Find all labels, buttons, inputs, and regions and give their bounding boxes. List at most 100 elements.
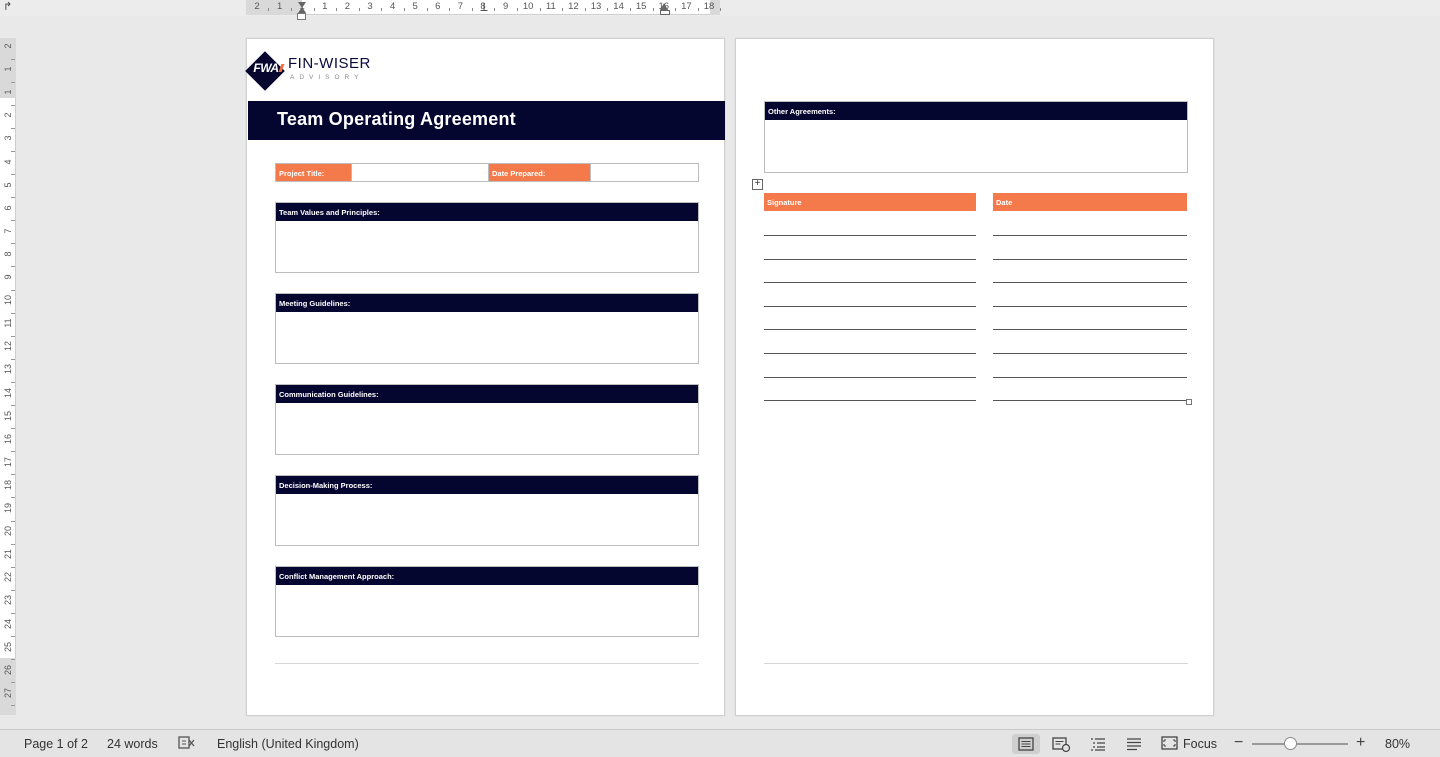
vruler-tick bbox=[11, 451, 15, 453]
signature-line[interactable] bbox=[764, 400, 976, 402]
ruler-tick bbox=[697, 8, 699, 11]
section-body-field[interactable] bbox=[276, 403, 698, 454]
signature-line[interactable] bbox=[764, 235, 976, 236]
signature-line[interactable] bbox=[764, 282, 976, 284]
ruler-tick-label: 12 bbox=[568, 1, 579, 12]
date-line[interactable] bbox=[993, 353, 1187, 354]
vruler-tick-label: 10 bbox=[3, 295, 13, 306]
section-body-field[interactable] bbox=[276, 585, 698, 636]
project-title-field[interactable] bbox=[351, 164, 489, 181]
company-logo: FWA FIN-WISER ADVISORY bbox=[245, 51, 387, 93]
vruler-tick bbox=[11, 428, 15, 430]
outline-view-button[interactable] bbox=[1084, 734, 1112, 754]
date-line[interactable] bbox=[993, 376, 1187, 378]
signature-line[interactable] bbox=[764, 305, 976, 307]
zoom-level-value[interactable]: 80% bbox=[1385, 737, 1410, 751]
section-heading: Other Agreements: bbox=[765, 102, 1187, 120]
zoom-slider-thumb[interactable] bbox=[1284, 737, 1297, 750]
web-layout-icon bbox=[1052, 737, 1071, 753]
vruler-tick bbox=[11, 335, 15, 337]
vruler-tick bbox=[11, 589, 15, 591]
other-agreements-field[interactable] bbox=[765, 120, 1187, 172]
ruler-tick bbox=[403, 8, 405, 11]
vruler-tick bbox=[11, 81, 15, 83]
focus-mode-icon[interactable] bbox=[1161, 736, 1178, 753]
date-line[interactable] bbox=[993, 258, 1187, 260]
ruler-tick bbox=[381, 8, 383, 11]
section-body-field[interactable] bbox=[276, 221, 698, 272]
vertical-ruler[interactable]: 2 1 1 2 3 4 5 6 7 8 9 10 11 12 13 14 15 16 17 18 19 20 21 22 23 2… bbox=[0, 38, 16, 715]
outline-icon bbox=[1091, 738, 1105, 751]
vruler-tick-label: 2 bbox=[3, 43, 13, 49]
signature-line[interactable] bbox=[764, 353, 976, 354]
section-body-field[interactable] bbox=[276, 312, 698, 363]
vruler-tick bbox=[11, 705, 15, 707]
section-heading: Decision-Making Process: bbox=[276, 476, 698, 494]
ruler-tick-label: 10 bbox=[522, 1, 534, 12]
vruler-tick-label: 1 bbox=[3, 89, 13, 95]
date-line[interactable] bbox=[993, 305, 1187, 307]
date-prepared-field[interactable] bbox=[590, 164, 698, 181]
date-line[interactable] bbox=[993, 400, 1187, 402]
vruler-tick-label: 3 bbox=[3, 135, 13, 141]
logo-company-name: FIN-WISER bbox=[288, 55, 371, 72]
ruler-tick-label: 2 bbox=[254, 1, 260, 12]
document-title[interactable]: Team Operating Agreement bbox=[277, 109, 516, 130]
vruler-tick-label: 21 bbox=[3, 549, 13, 560]
date-column-header: Date bbox=[993, 193, 1187, 211]
ruler-tick bbox=[584, 8, 586, 11]
ruler-tick bbox=[336, 8, 338, 11]
signature-line[interactable] bbox=[764, 329, 976, 331]
ruler-tick-label: 3 bbox=[367, 1, 373, 12]
word-count-status[interactable]: 24 words bbox=[107, 737, 158, 751]
logo-mark: FWA bbox=[253, 61, 279, 75]
section-heading: Conflict Management Approach: bbox=[276, 567, 698, 585]
ruler-tick-label: 18 bbox=[703, 1, 715, 12]
document-page-1[interactable]: FWA FIN-WISER ADVISORY Team Operating Ag… bbox=[245, 38, 725, 716]
section-other-agreements: Other Agreements: bbox=[764, 101, 1188, 173]
section-team-values: Team Values and Principles: bbox=[275, 202, 699, 273]
signature-line[interactable] bbox=[764, 258, 976, 260]
table-move-handle-icon[interactable]: + bbox=[752, 179, 763, 190]
ruler-tick bbox=[675, 8, 677, 11]
table-resize-handle-icon[interactable] bbox=[1186, 399, 1192, 405]
tab-stop-marker[interactable] bbox=[480, 2, 489, 12]
zoom-out-button[interactable]: − bbox=[1234, 734, 1243, 752]
vruler-tick-label: 8 bbox=[3, 251, 13, 257]
vruler-tick bbox=[11, 289, 15, 291]
horizontal-ruler[interactable]: 2 1 1 1 2 3 4 5 6 7 8 9 10 11 12 13 14 15 16 17 18 bbox=[246, 0, 722, 15]
right-indent-marker[interactable] bbox=[659, 3, 670, 15]
zoom-in-button[interactable]: + bbox=[1356, 734, 1365, 752]
vruler-tick-label: 26 bbox=[3, 664, 13, 675]
vruler-tick bbox=[11, 150, 15, 152]
proofing-icon[interactable] bbox=[178, 735, 196, 754]
date-line[interactable] bbox=[993, 235, 1187, 236]
page-count-status[interactable]: Page 1 of 2 bbox=[24, 737, 88, 751]
vruler-tick bbox=[11, 312, 15, 314]
date-line[interactable] bbox=[993, 282, 1187, 284]
signature-line[interactable] bbox=[764, 376, 976, 378]
project-info-row: Project Title: Date Prepared: bbox=[275, 163, 699, 182]
vruler-tick bbox=[11, 58, 15, 60]
section-heading: Communication Guidelines: bbox=[276, 385, 698, 403]
vruler-tick-label: 15 bbox=[3, 410, 13, 421]
print-layout-view-button[interactable] bbox=[1012, 734, 1040, 754]
vruler-tick bbox=[11, 474, 15, 476]
date-line[interactable] bbox=[993, 329, 1187, 331]
ruler-tick-label: 11 bbox=[545, 1, 556, 12]
zoom-slider-track[interactable] bbox=[1252, 743, 1348, 745]
ruler-tick bbox=[313, 8, 315, 11]
web-layout-view-button[interactable] bbox=[1047, 734, 1075, 754]
draft-view-button[interactable] bbox=[1120, 734, 1148, 754]
vruler-tick bbox=[11, 104, 15, 106]
language-status[interactable]: English (United Kingdom) bbox=[217, 737, 359, 751]
left-indent-marker[interactable] bbox=[297, 13, 306, 20]
document-page-2[interactable]: Other Agreements: + Signature Date bbox=[735, 38, 1214, 716]
focus-mode-button[interactable]: Focus bbox=[1183, 737, 1217, 751]
ruler-tick-label: 15 bbox=[635, 1, 647, 12]
ruler-corner-tab-icon[interactable]: ↱ bbox=[3, 1, 12, 13]
section-body-field[interactable] bbox=[276, 494, 698, 545]
ruler-tick bbox=[449, 8, 451, 11]
vruler-tick bbox=[11, 636, 15, 638]
ruler-tick bbox=[562, 8, 564, 11]
